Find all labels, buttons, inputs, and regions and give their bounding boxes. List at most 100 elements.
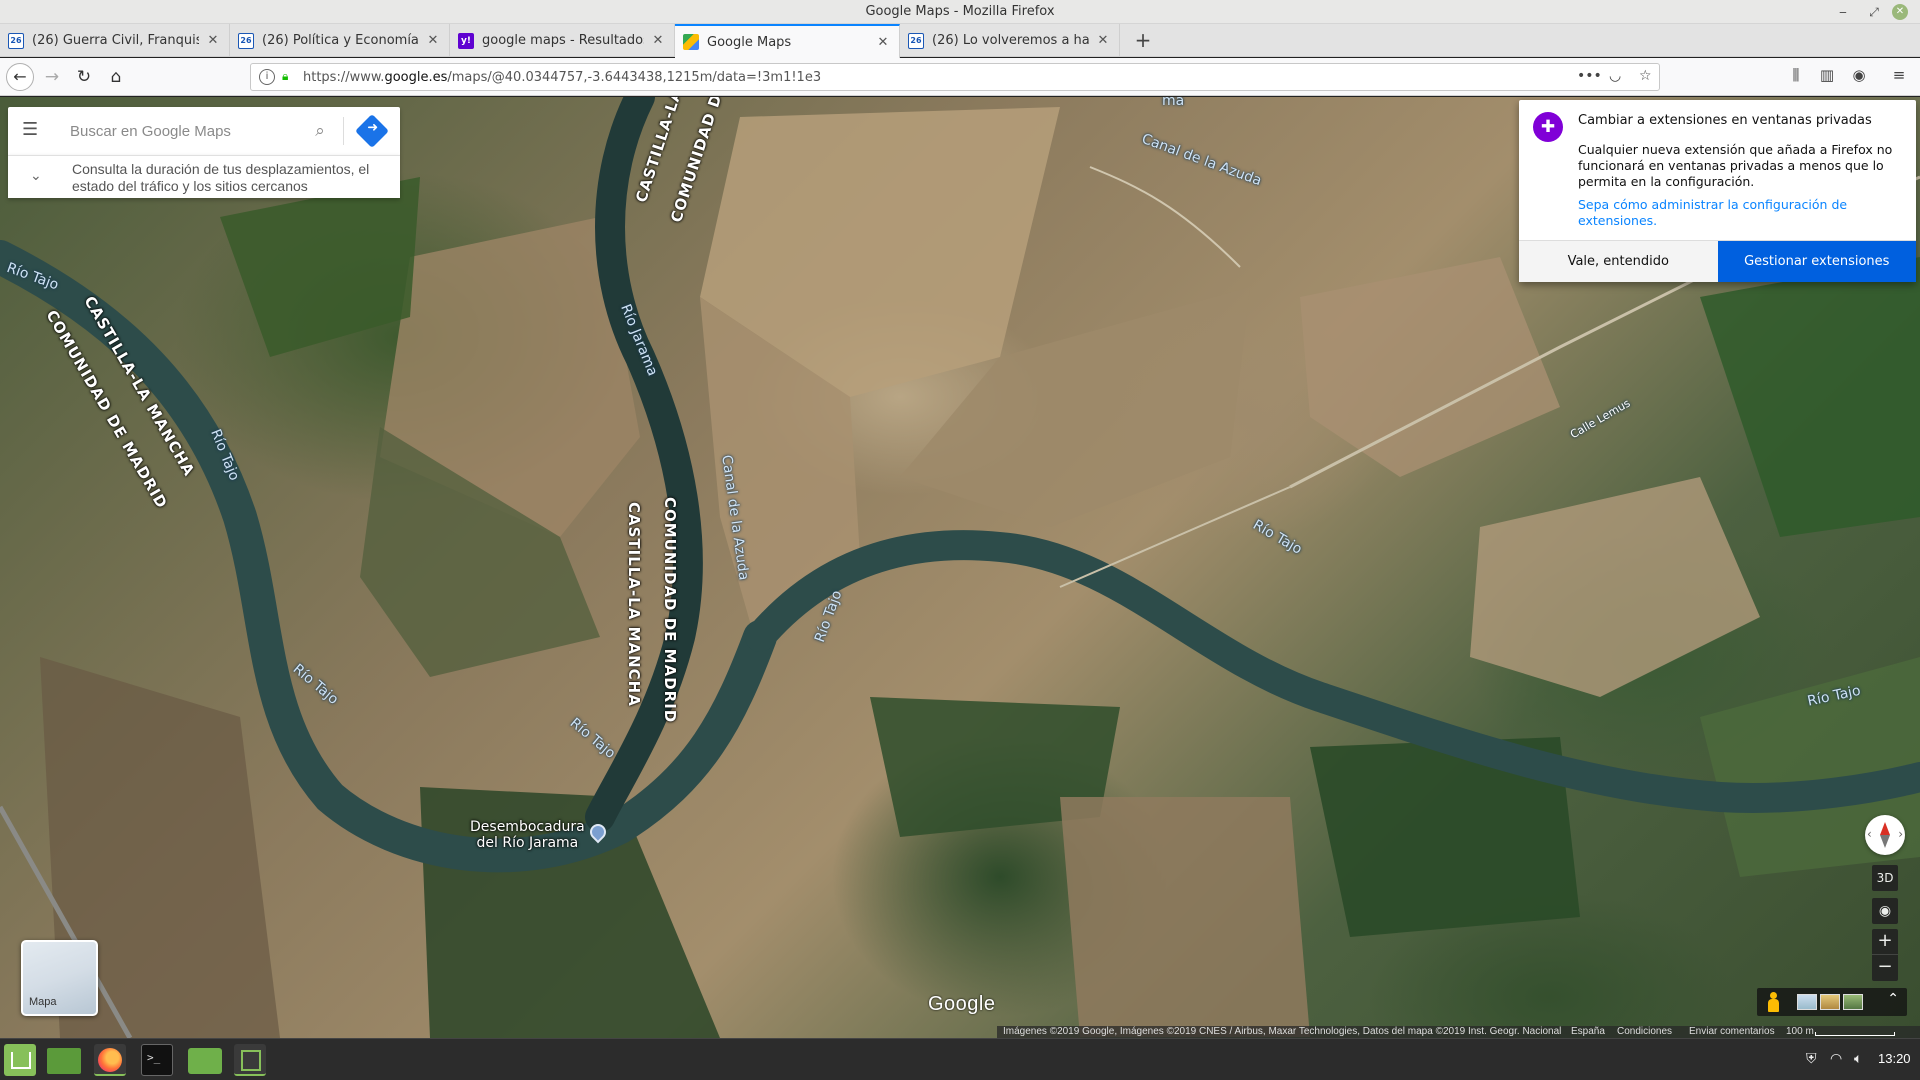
terminal-icon[interactable] xyxy=(141,1044,173,1076)
notification-link[interactable]: Sepa cómo administrar la configuración d… xyxy=(1578,197,1900,229)
home-icon[interactable]: ⌂ xyxy=(104,65,128,89)
compass-control[interactable]: ‹ › xyxy=(1865,815,1905,855)
compass-south-icon xyxy=(1880,835,1890,848)
field-green xyxy=(1700,257,1920,537)
rotate-right-icon[interactable]: › xyxy=(1898,827,1903,841)
ok-button[interactable]: Vale, entendido xyxy=(1519,241,1718,282)
google-maps-favicon xyxy=(683,34,699,50)
imagery-thumbnail[interactable] xyxy=(1820,994,1840,1010)
search-divider xyxy=(343,117,344,145)
menu-icon[interactable]: ☰ xyxy=(22,121,42,141)
window-titlebar: Google Maps - Mozilla Firefox ‒ ⤢ ✕ xyxy=(0,0,1920,24)
search-input[interactable] xyxy=(70,119,300,143)
pegman-icon[interactable] xyxy=(1767,992,1779,1012)
tab-close-icon[interactable]: ✕ xyxy=(1095,33,1111,48)
window-title: Google Maps - Mozilla Firefox xyxy=(865,4,1055,19)
minimize-icon[interactable]: ‒ xyxy=(1834,3,1852,21)
folder-icon[interactable] xyxy=(188,1048,222,1074)
my-location-icon[interactable]: ◉ xyxy=(1872,898,1898,924)
manage-extensions-button[interactable]: Gestionar extensiones xyxy=(1717,241,1916,282)
directions-button[interactable]: ➜ xyxy=(355,114,389,148)
scale-label[interactable]: 100 m xyxy=(1786,1026,1814,1038)
map-viewport[interactable]: Canal de la Azuda ma Canal de la Azuda R… xyxy=(0,97,1920,1038)
mint-menu-icon[interactable] xyxy=(4,1044,36,1076)
library-icon[interactable]: ⫼ xyxy=(1785,66,1807,84)
field-green xyxy=(220,177,420,357)
search-icon[interactable]: ⌕ xyxy=(308,119,332,143)
site-info-icon[interactable]: i xyxy=(259,69,275,85)
bookmark-star-icon[interactable]: ☆ xyxy=(1639,68,1652,84)
close-window-icon[interactable]: ✕ xyxy=(1892,4,1908,20)
tab-label: Google Maps xyxy=(707,34,792,50)
field-brown xyxy=(1060,797,1310,1037)
imagery-bar: ⌃ xyxy=(1757,988,1907,1016)
url-bar[interactable]: i 🔒︎ https://www.google.es/maps/@40.0344… xyxy=(250,63,1660,91)
hamburger-menu-icon[interactable]: ≡ xyxy=(1888,66,1910,84)
chevron-down-icon[interactable]: ⌄ xyxy=(30,168,42,184)
tab-close-icon[interactable]: ✕ xyxy=(875,35,891,50)
yt-favicon: 26 xyxy=(908,32,924,49)
back-icon[interactable]: ← xyxy=(6,63,34,91)
region-label: CASTILLA-LA MANCHA xyxy=(625,502,643,707)
show-desktop-icon[interactable] xyxy=(47,1048,81,1074)
imagery-attribution: Imágenes ©2019 Google, Imágenes ©2019 CN… xyxy=(1003,1026,1562,1037)
terms-link[interactable]: Condiciones xyxy=(1617,1026,1672,1038)
taskbar: ⛨ ◠ 🔈︎ 13:20 xyxy=(0,1038,1920,1080)
volume-icon[interactable]: 🔈︎ xyxy=(1854,1051,1862,1067)
page-actions-icon[interactable]: ••• xyxy=(1577,68,1602,84)
compass-north-icon xyxy=(1880,822,1890,835)
forward-icon[interactable]: → xyxy=(40,65,64,89)
wifi-icon[interactable]: ◠ xyxy=(1830,1051,1842,1067)
tab-close-icon[interactable]: ✕ xyxy=(205,33,221,48)
tab-close-icon[interactable]: ✕ xyxy=(650,33,666,48)
notification-title: Cambiar a extensiones en ventanas privad… xyxy=(1578,113,1872,128)
mint-app-icon[interactable] xyxy=(234,1044,266,1076)
canal-path xyxy=(1089,166,1241,268)
country-link[interactable]: España xyxy=(1571,1026,1605,1038)
chevron-up-icon[interactable]: ⌃ xyxy=(1887,991,1899,1007)
new-tab-button[interactable]: + xyxy=(1130,27,1156,53)
sidebar-icon[interactable]: ▥ xyxy=(1816,66,1838,84)
clock[interactable]: 13:20 xyxy=(1878,1051,1911,1066)
url-domain: google.es xyxy=(384,70,448,85)
tab-label: (26) Guerra Civil, Franquism xyxy=(32,33,199,48)
tab-strip: 26 (26) Guerra Civil, Franquism ✕ 26 (26… xyxy=(0,24,1920,58)
tab-guerra-civil[interactable]: 26 (26) Guerra Civil, Franquism ✕ xyxy=(0,24,230,57)
pocket-icon[interactable]: ◡ xyxy=(1609,68,1621,84)
suggestion-text: Consulta la duración de tus desplazamien… xyxy=(72,161,370,194)
tab-yahoo-results[interactable]: y! google maps - Resultados d ✕ xyxy=(450,24,675,57)
place-label-line: Desembocadura xyxy=(470,819,585,835)
zoom-in-button[interactable]: + xyxy=(1872,929,1898,955)
puzzle-icon: ✚ xyxy=(1533,112,1563,142)
reload-icon[interactable]: ↻ xyxy=(72,65,96,89)
commute-suggestion[interactable]: ⌄ Consulta la duración de tus desplazami… xyxy=(8,155,400,198)
zoom-control: + − xyxy=(1872,929,1898,981)
notification-buttons: Vale, entendido Gestionar extensiones xyxy=(1519,240,1916,282)
extension-notification-panel: ✚ Cambiar a extensiones en ventanas priv… xyxy=(1519,100,1916,282)
field-dry xyxy=(1470,477,1760,697)
lock-icon[interactable]: 🔒︎ xyxy=(282,69,288,84)
place-label-desembocadura[interactable]: Desembocadura del Río Jarama xyxy=(470,819,585,851)
ma-label: ma xyxy=(1162,97,1185,109)
feedback-link[interactable]: Enviar comentarios xyxy=(1689,1026,1775,1038)
tab-google-maps[interactable]: Google Maps ✕ xyxy=(675,24,900,58)
zoom-out-button[interactable]: − xyxy=(1872,955,1898,981)
google-logo: Google xyxy=(928,993,996,1015)
url-text[interactable]: https://www.google.es/maps/@40.0344757,-… xyxy=(303,70,821,85)
imagery-thumbnail[interactable] xyxy=(1797,994,1817,1010)
scale-bar xyxy=(1815,1032,1895,1036)
3d-toggle-button[interactable]: 3D xyxy=(1872,865,1898,891)
yt-favicon: 26 xyxy=(8,32,24,49)
tab-close-icon[interactable]: ✕ xyxy=(425,33,441,48)
tab-politica-economia[interactable]: 26 (26) Política y Economía | N ✕ xyxy=(230,24,450,57)
yt-favicon: 26 xyxy=(238,32,254,49)
tab-lo-volveremos[interactable]: 26 (26) Lo volveremos a hacer ✕ xyxy=(900,24,1120,57)
map-layer-toggle[interactable]: Mapa xyxy=(21,940,98,1016)
imagery-thumbnail[interactable] xyxy=(1843,994,1863,1010)
maximize-icon[interactable]: ⤢ xyxy=(1865,3,1883,21)
rotate-left-icon[interactable]: ‹ xyxy=(1867,827,1872,841)
map-attribution: Imágenes ©2019 Google, Imágenes ©2019 CN… xyxy=(997,1026,1920,1038)
shield-icon[interactable]: ⛨ xyxy=(1806,1051,1817,1067)
firefox-icon[interactable] xyxy=(94,1044,126,1076)
account-icon[interactable]: ◉ xyxy=(1848,66,1870,84)
